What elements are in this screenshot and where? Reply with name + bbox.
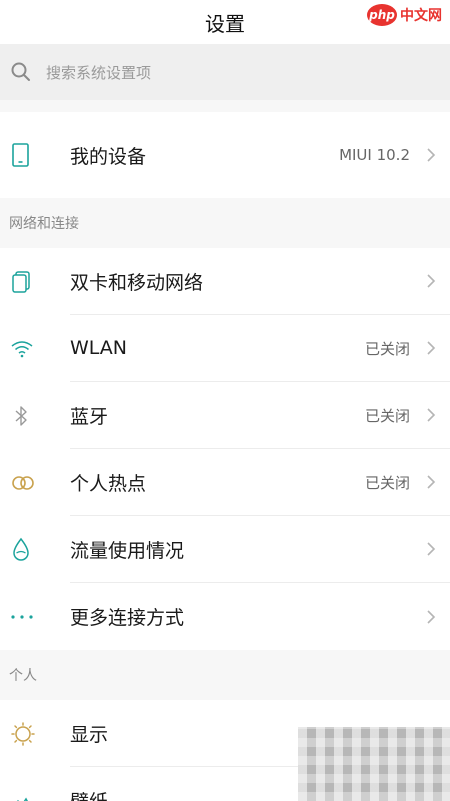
bluetooth-status: 已关闭: [364, 406, 410, 425]
hotspot-icon: [12, 475, 34, 490]
chevron-right-icon: [427, 341, 436, 355]
data-usage-row[interactable]: 流量使用情况: [0, 516, 450, 583]
wlan-label: WLAN: [70, 337, 128, 359]
watermark: php 中文网: [367, 4, 442, 26]
more-connections-label: 更多连接方式: [70, 607, 185, 629]
chevron-right-icon: [427, 475, 436, 489]
wifi-icon: [11, 340, 33, 357]
watermark-text: 中文网: [400, 8, 442, 24]
more-connections-row[interactable]: 更多连接方式: [0, 583, 450, 650]
title-bar: 设置 php 中文网: [0, 0, 450, 44]
chevron-right-icon: [427, 408, 436, 422]
brightness-icon: [11, 721, 35, 746]
hotspot-label: 个人热点: [70, 472, 147, 495]
data-drop-icon: [13, 537, 29, 561]
chevron-right-icon: [427, 148, 436, 162]
dual-sim-row[interactable]: 双卡和移动网络: [0, 248, 450, 315]
miui-version: MIUI 10.2: [339, 146, 410, 164]
bluetooth-icon: [15, 405, 27, 426]
section-network-header: 网络和连接: [0, 198, 450, 248]
chevron-right-icon: [427, 274, 436, 288]
hotspot-row[interactable]: 个人热点 已关闭: [0, 449, 450, 516]
dual-sim-label: 双卡和移动网络: [70, 271, 204, 294]
bluetooth-label: 蓝牙: [70, 405, 109, 428]
divider-gap: [0, 100, 450, 112]
hotspot-status: 已关闭: [364, 473, 410, 492]
search-icon: [11, 62, 30, 81]
watermark-logo: php: [367, 4, 397, 26]
page-title: 设置: [205, 11, 245, 36]
my-device-row[interactable]: 我的设备 MIUI 10.2: [0, 112, 450, 198]
search-input[interactable]: 搜索系统设置项: [46, 62, 151, 83]
bluetooth-row[interactable]: 蓝牙 已关闭: [0, 382, 450, 449]
wallpaper-icon: [16, 797, 29, 801]
data-usage-label: 流量使用情况: [70, 539, 185, 562]
wlan-status: 已关闭: [364, 339, 410, 358]
more-dots-icon: [11, 614, 33, 619]
my-device-label: 我的设备: [70, 145, 147, 168]
chevron-right-icon: [427, 609, 436, 624]
search-bar[interactable]: 搜索系统设置项: [0, 44, 450, 100]
pixelated-overlay: [298, 727, 450, 801]
network-group: 双卡和移动网络 WLAN 已关闭 蓝牙 已关闭 个人热点 已关闭 流量使用情况 …: [0, 248, 450, 650]
phone-icon: [12, 143, 29, 167]
device-group: 我的设备 MIUI 10.2: [0, 112, 450, 198]
sim-card-icon: [12, 270, 30, 293]
chevron-right-icon: [427, 542, 436, 556]
section-personal-header: 个人: [0, 650, 450, 700]
wlan-row[interactable]: WLAN 已关闭: [0, 315, 450, 382]
